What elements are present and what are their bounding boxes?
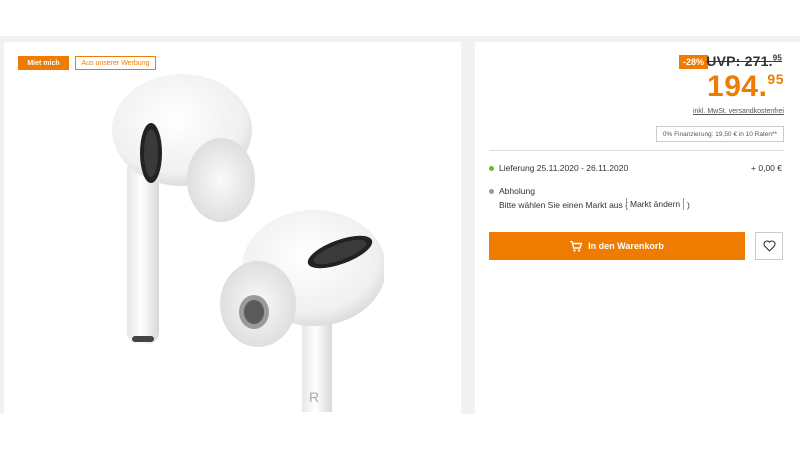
financing-button[interactable]: 0% Finanzierung: 19,50 € in 10 Raten**	[656, 126, 784, 142]
add-to-cart-label: In den Warenkorb	[588, 241, 664, 251]
pickup-label: Abholung	[499, 186, 535, 196]
shopping-cart-icon	[570, 240, 583, 252]
product-gallery: Miet mich Aus unserer Werbung R	[4, 42, 461, 414]
add-to-cart-button[interactable]: In den Warenkorb	[489, 232, 745, 260]
buy-box: -28% UVP: 271.95 194.95 inkl. MwSt. vers…	[475, 42, 800, 414]
svg-text:R: R	[309, 389, 319, 405]
tag-miet-mich[interactable]: Miet mich	[18, 56, 69, 70]
tag-aus-werbung[interactable]: Aus unserer Werbung	[75, 56, 156, 70]
delivery-available-dot	[489, 166, 494, 171]
divider	[489, 150, 784, 151]
wishlist-button[interactable]	[755, 232, 783, 260]
change-market-button[interactable]: Markt ändern	[626, 198, 685, 210]
current-price: 194.95	[707, 70, 784, 103]
delivery-cost: + 0,00 €	[751, 163, 782, 173]
delivery-label: Lieferung 25.11.2020 - 26.11.2020	[499, 163, 629, 173]
pickup-instruction-end: )	[687, 200, 690, 210]
vat-shipping-link[interactable]: inkl. MwSt. versandkostenfrei	[693, 108, 784, 115]
pickup-status-dot	[489, 189, 494, 194]
heart-icon	[763, 240, 775, 252]
pickup-instruction: Bitte wählen Sie einen Markt aus (	[499, 200, 628, 210]
airpods-pro-image[interactable]: R	[64, 72, 384, 412]
uvp-price: UVP: 271.95	[706, 53, 782, 69]
discount-badge: -28%	[679, 55, 709, 69]
